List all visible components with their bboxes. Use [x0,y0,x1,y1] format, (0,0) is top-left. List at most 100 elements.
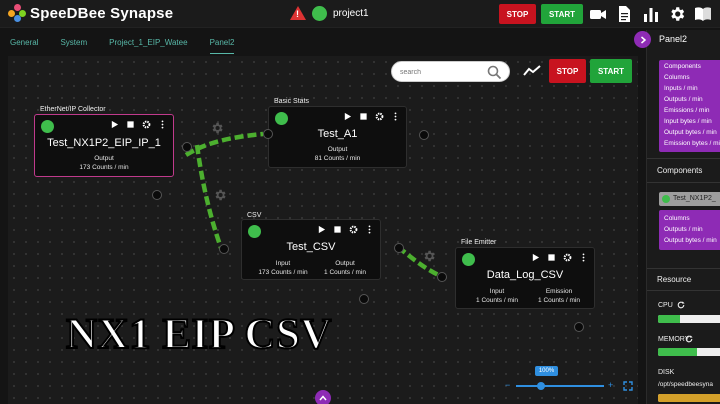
node-type-label: EtherNet/IP Collector [40,106,106,113]
tab-panel2[interactable]: Panel2 [209,38,235,54]
metric-columns: Columns [664,74,690,81]
warning-icon[interactable] [290,6,306,20]
node-input-stat: Input 173 Counts / min [258,260,308,276]
book-icon[interactable] [694,5,712,23]
divider [647,290,720,291]
node-status-indicator [41,120,54,133]
top-bar: SpeeDBee Synapse project1 STOP START [0,0,720,28]
play-icon[interactable] [317,225,326,234]
metric-input-bytes: Input bytes / min [664,118,712,125]
stop-icon[interactable] [547,253,556,262]
stop-all-button[interactable]: STOP [499,4,536,24]
video-camera-icon[interactable] [589,5,607,23]
output-port[interactable] [419,130,429,140]
panel-stop-button[interactable]: STOP [549,59,586,83]
settings-gear-icon[interactable] [563,253,572,262]
output-port[interactable] [182,142,192,152]
node-output-stat: Output 1 Counts / min [324,260,366,276]
gear-icon[interactable] [668,5,686,23]
stop-icon[interactable] [333,225,342,234]
component-metric-output-bytes: Output bytes / min [664,237,717,244]
disk-label: DISK [658,369,675,376]
chevron-right-icon [640,35,646,44]
bar-chart-icon[interactable] [642,5,660,23]
project-status-indicator [312,6,327,21]
component-metrics-box: Columns Outputs / min Output bytes / min [659,210,720,250]
zoom-slider-handle[interactable] [536,382,545,390]
search-icon[interactable] [487,65,502,80]
more-vert-icon[interactable] [365,225,374,234]
node-title: Data_Log_CSV [486,269,564,281]
zoom-level-badge: 100% [535,366,558,376]
node-eip-collector[interactable]: Test_NX1P2_EIP_IP_1 Output 173 Counts / … [34,114,174,177]
divider [647,182,720,183]
side-panel-toggle[interactable] [634,31,651,48]
component-status-indicator [662,195,670,203]
memory-usage-bar [658,348,720,356]
node-file-emitter[interactable]: Data_Log_CSV Input 1 Counts / min Emissi… [455,247,595,309]
settings-gear-icon[interactable] [142,120,151,129]
metric-emission-bytes: Emission bytes / min [664,140,720,147]
refresh-icon[interactable] [685,335,693,343]
node-emission-stat: Emission 1 Counts / min [538,288,580,304]
play-icon[interactable] [531,253,540,262]
connection-settings-icon[interactable] [422,249,436,263]
node-title: Test_A1 [317,128,358,140]
play-icon[interactable] [110,120,119,129]
output-port[interactable] [394,243,404,253]
components-section-title: Components [657,166,703,175]
node-status-indicator [462,253,475,266]
component-card[interactable]: Test_NX1P2_ [659,192,720,206]
cpu-usage-bar [658,315,720,323]
node-basic-stats[interactable]: Test_A1 Output 81 Counts / min [268,106,407,168]
node-controls [531,253,588,262]
metric-emissions: Emissions / min [664,107,710,114]
cpu-label: CPU [658,302,673,309]
refresh-icon[interactable] [677,301,685,309]
metric-outputs: Outputs / min [664,96,703,103]
resource-section-title: Resource [657,275,692,284]
trend-chart-icon[interactable] [522,63,542,79]
tab-project-1-eip-watee[interactable]: Project_1_EIP_Watee [109,38,187,54]
more-vert-icon[interactable] [158,120,167,129]
start-all-button[interactable]: START [541,4,583,24]
stats-side-panel: Panel2 Components Columns Inputs / min O… [646,30,720,404]
tab-system[interactable]: System [60,38,87,54]
node-title: Test_CSV [286,241,336,253]
settings-gear-icon[interactable] [349,225,358,234]
connection-settings-icon[interactable] [210,121,224,135]
zoom-in-icon[interactable]: + [608,380,613,390]
node-output-stat: Output 173 Counts / min [79,155,129,171]
input-port[interactable] [437,272,447,282]
settings-gear-icon[interactable] [375,112,384,121]
fit-view-icon[interactable] [623,381,633,391]
search-box [391,61,510,82]
play-icon[interactable] [343,112,352,121]
more-vert-icon[interactable] [391,112,400,121]
memory-usage-fill [658,348,697,356]
document-icon[interactable] [615,5,633,23]
node-output-stat: Output 81 Counts / min [314,146,361,162]
stop-icon[interactable] [359,112,368,121]
video-caption: NX1 EIP CSV [65,310,332,359]
input-port[interactable] [152,190,162,200]
connection-settings-icon[interactable] [213,188,227,202]
more-vert-icon[interactable] [579,253,588,262]
node-status-indicator [275,112,288,125]
node-controls [317,225,374,234]
output-port[interactable] [574,322,584,332]
input-port[interactable] [263,129,273,139]
bottom-panel-toggle[interactable] [315,390,331,404]
tab-general[interactable]: General [10,38,38,54]
zoom-out-icon[interactable]: − [505,380,510,390]
stop-icon[interactable] [126,120,135,129]
search-input[interactable] [400,66,486,79]
output-port[interactable] [359,294,369,304]
node-csv[interactable]: Test_CSV Input 173 Counts / min Output 1… [241,219,381,280]
disk-path: /opt/speedbeesyna [658,381,713,388]
zoom-slider[interactable] [516,385,604,387]
chevron-up-icon [319,395,327,401]
panel-start-button[interactable]: START [590,59,632,83]
project-name: project1 [333,8,369,19]
input-port[interactable] [219,244,229,254]
